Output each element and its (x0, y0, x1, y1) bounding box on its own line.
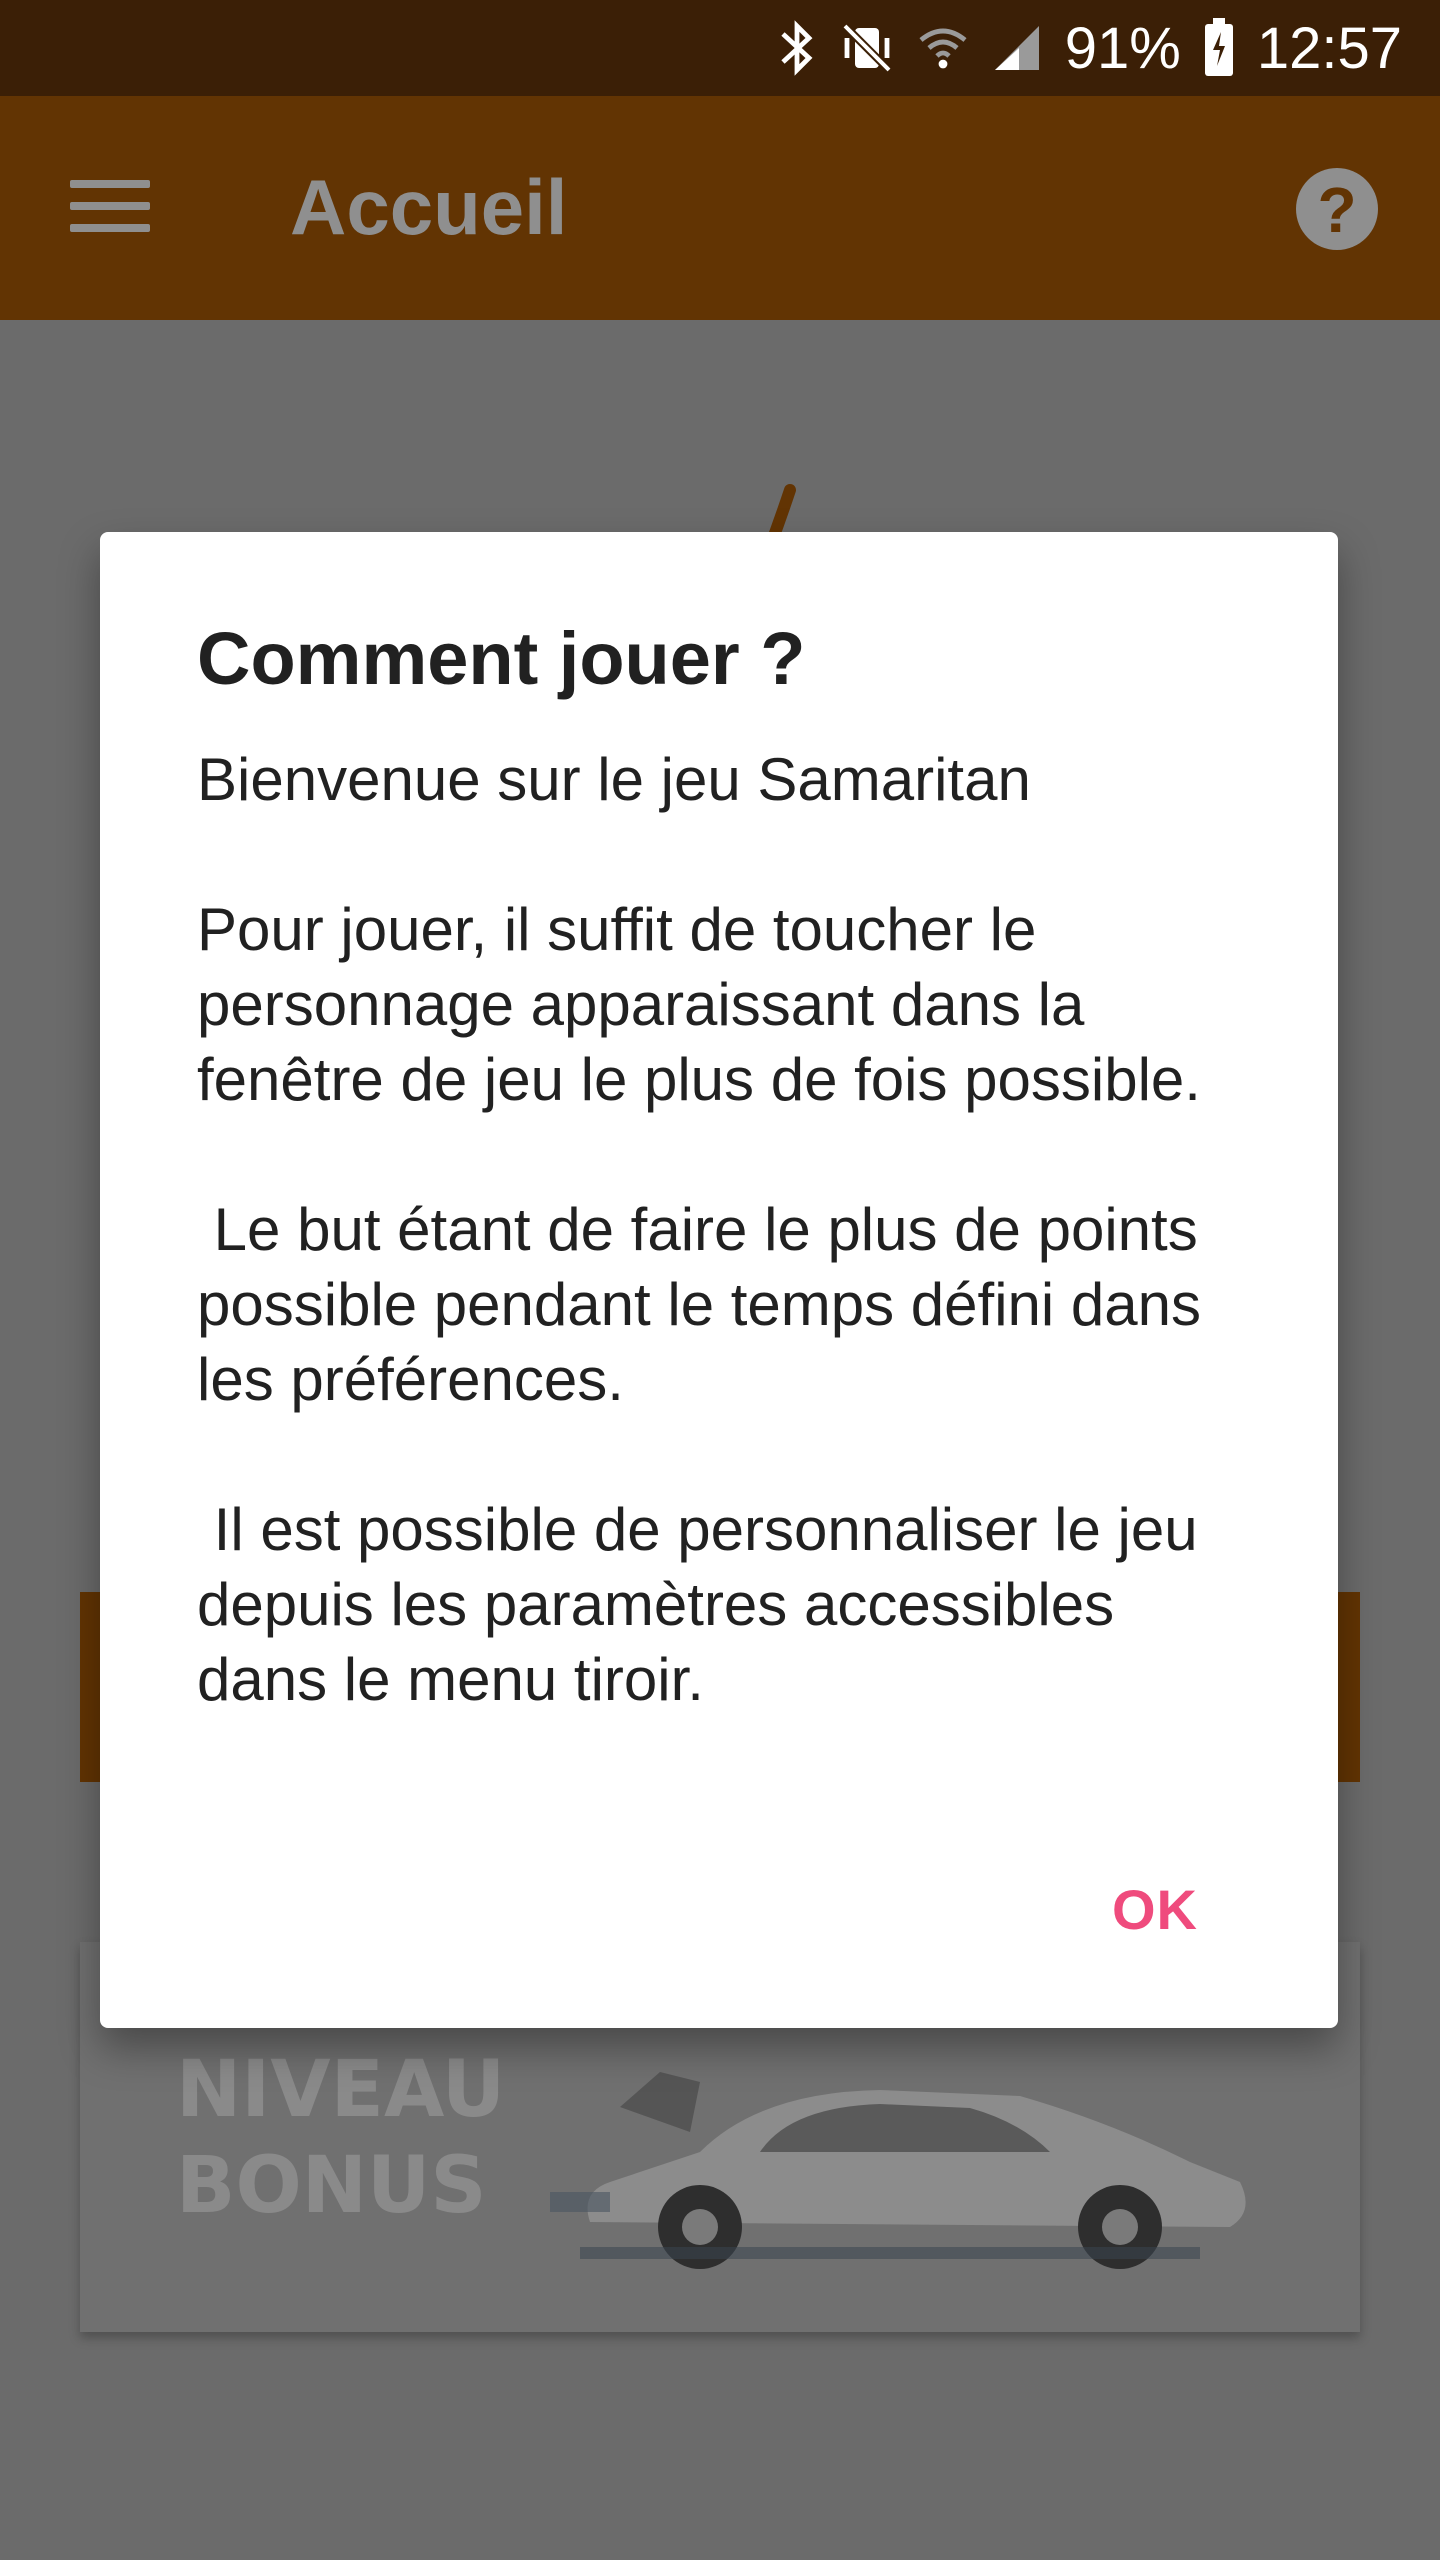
battery-percent: 91% (1064, 15, 1181, 81)
bonus-label-line2: BONUS (176, 2141, 487, 2231)
help-circle-icon[interactable]: ? (1296, 168, 1378, 250)
status-bar: 91% 12:57 (0, 0, 1440, 96)
dialog-message: Bienvenue sur le jeu Samaritan Pour joue… (197, 746, 1202, 1713)
clock: 12:57 (1256, 15, 1402, 81)
dialog-title: Comment jouer ? (197, 617, 806, 700)
battery-charging-icon (1203, 18, 1235, 78)
bluetooth-icon (777, 20, 817, 76)
hamburger-menu-icon[interactable] (70, 176, 152, 240)
bonus-level-label: NIVEAU BONUS (176, 2042, 506, 2234)
ok-button[interactable]: OK (1112, 1877, 1198, 1942)
cell-signal-icon (991, 22, 1043, 74)
app-toolbar: Accueil ? (0, 96, 1440, 320)
car-image (550, 2072, 1246, 2269)
page-title: Accueil (290, 163, 568, 251)
bonus-label-line1: NIVEAU (176, 2045, 506, 2135)
vibrate-mute-icon (839, 20, 895, 76)
wifi-icon (917, 22, 969, 74)
how-to-play-dialog: Comment jouer ? Bienvenue sur le jeu Sam… (100, 532, 1338, 2028)
